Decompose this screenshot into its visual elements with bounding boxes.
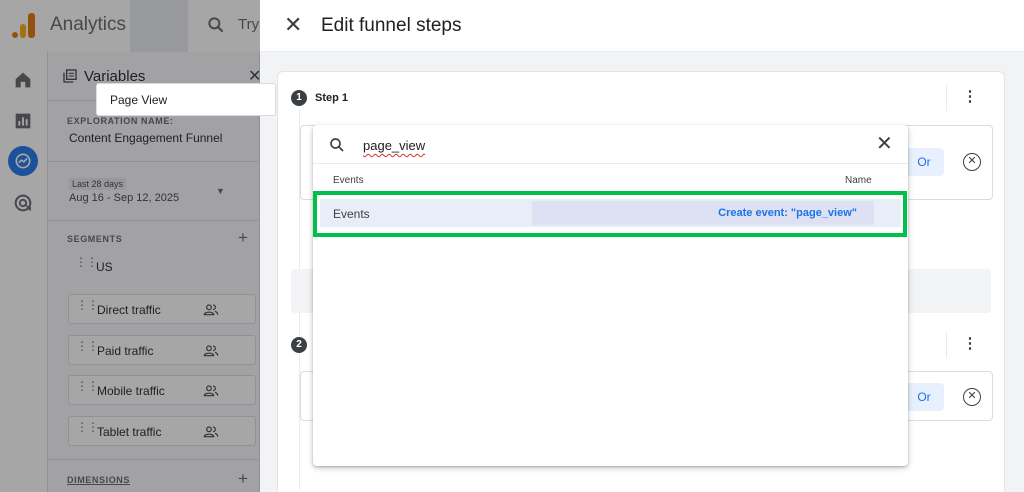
step-number-badge: 1 [291, 90, 307, 106]
remove-condition-icon[interactable]: ✕ [963, 153, 981, 171]
drawer-title: Edit funnel steps [321, 15, 462, 36]
search-icon [330, 138, 344, 152]
name-column-header: Name [845, 175, 872, 186]
or-button[interactable]: Or [904, 383, 944, 411]
more-vert-icon[interactable]: ⋮ [960, 334, 980, 354]
divider [313, 163, 908, 164]
close-icon[interactable]: ✕ [284, 12, 302, 38]
remove-condition-icon[interactable]: ✕ [963, 388, 981, 406]
highlight-annotation [313, 191, 907, 237]
divider [946, 332, 947, 358]
more-vert-icon[interactable]: ⋮ [960, 87, 980, 107]
step-number-badge: 2 [291, 337, 307, 353]
modal-scrim[interactable] [0, 0, 260, 492]
clear-search-icon[interactable]: ✕ [876, 133, 893, 155]
step-label: Step 1 [315, 92, 349, 104]
or-button[interactable]: Or [904, 148, 944, 176]
divider [946, 85, 947, 111]
event-search-input[interactable]: page_view [363, 138, 425, 153]
step-name-input[interactable]: Page View [96, 83, 276, 116]
drawer-header: ✕ Edit funnel steps [260, 0, 1024, 52]
events-column-header: Events [333, 175, 364, 186]
event-picker-dropdown: page_view ✕ Events Name Events Create ev… [313, 125, 908, 466]
